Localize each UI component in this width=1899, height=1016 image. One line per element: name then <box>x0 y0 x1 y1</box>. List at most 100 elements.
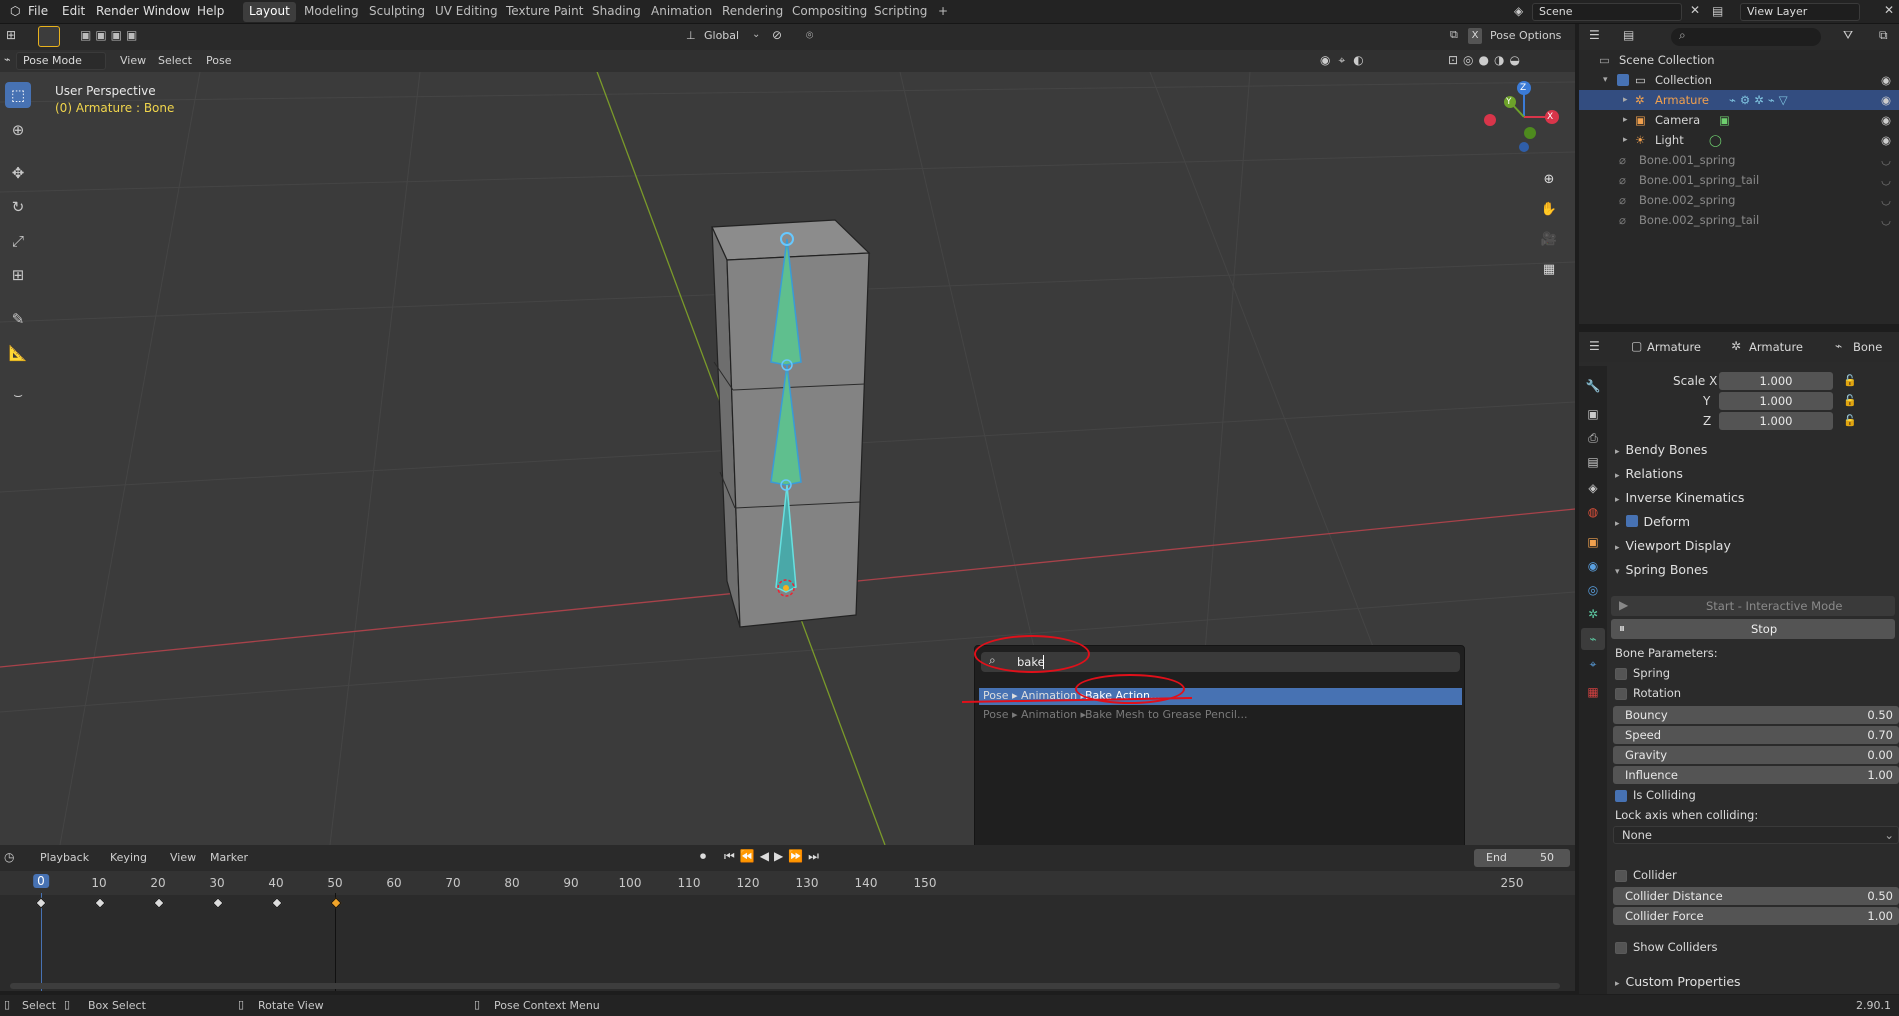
menu-help[interactable]: Help <box>193 3 228 19</box>
outliner-row-light[interactable]: ▸ ☀ Light ◯ ◉ <box>1579 130 1899 150</box>
menu-view[interactable]: View <box>120 54 146 67</box>
tab-sculpting[interactable]: Sculpting <box>363 2 431 22</box>
keyframe-selected[interactable] <box>330 897 342 909</box>
menu-playback[interactable]: Playback <box>40 851 89 864</box>
mode-selector[interactable]: Pose Mode <box>16 52 106 70</box>
menu-window[interactable]: Window <box>139 3 194 19</box>
record-icon[interactable]: ⏺ <box>700 849 706 864</box>
lock-icon[interactable]: 🔓 <box>1843 374 1857 387</box>
close-icon[interactable]: ✕ <box>1690 3 1700 17</box>
timeline-editor-icon[interactable]: ◷ <box>4 850 14 864</box>
eye-closed-icon[interactable]: ◡ <box>1881 210 1891 230</box>
search-result-bake-mesh[interactable]: Pose ▸ Animation ▸ Bake Mesh to Grease P… <box>979 707 1462 724</box>
select-mode-icons[interactable]: ▣▣▣▣ <box>80 28 141 42</box>
deform-checkbox[interactable] <box>1625 515 1638 527</box>
annotate-tool-icon[interactable]: ✎ <box>5 306 31 332</box>
chevron-down-icon[interactable]: ⌄ <box>752 29 760 40</box>
scene-selector[interactable]: Scene <box>1532 3 1682 21</box>
armature-data-icons[interactable]: ⌁⚙✲⌁▽ <box>1729 90 1792 110</box>
view-layer-tab-icon[interactable]: ▤ <box>1585 454 1601 470</box>
collider-distance-field[interactable]: Collider Distance 0.50 <box>1613 887 1899 905</box>
show-colliders-checkbox[interactable] <box>1615 942 1627 954</box>
measure-tool-icon[interactable]: 📐 <box>5 340 31 366</box>
outliner-search-input[interactable]: ⌕ <box>1671 28 1821 46</box>
render-tab-icon[interactable]: ▣ <box>1585 406 1601 422</box>
influence-field[interactable]: Influence 1.00 <box>1613 766 1899 784</box>
tab-animation[interactable]: Animation <box>645 2 718 22</box>
search-result-bake-action[interactable]: Pose ▸ Animation ▸ Bake Action... <box>979 688 1462 705</box>
properties-editor-icon[interactable]: ☰ <box>1589 339 1600 353</box>
menu-keying[interactable]: Keying <box>110 851 147 864</box>
scale-x-field[interactable]: 1.000 <box>1719 372 1833 390</box>
pan-hand-icon[interactable]: ✋ <box>1536 197 1562 223</box>
outliner-row-bone-001-spring[interactable]: ⌀ Bone.001_spring ◡ <box>1579 150 1899 170</box>
outliner-row-bone-002-spring[interactable]: ⌀ Bone.002_spring ◡ <box>1579 190 1899 210</box>
tab-rendering[interactable]: Rendering <box>716 2 789 22</box>
physics-tab-icon[interactable]: ◉ <box>1585 558 1601 574</box>
scene-tab-icon[interactable]: ◈ <box>1585 480 1601 496</box>
timeline[interactable]: 0 10 20 30 40 50 60 70 80 90 100 110 120… <box>0 871 1575 991</box>
outliner-row-bone-001-spring-tail[interactable]: ⌀ Bone.001_spring_tail ◡ <box>1579 170 1899 190</box>
timeline-ruler[interactable]: 0 10 20 30 40 50 60 70 80 90 100 110 120… <box>0 871 1575 895</box>
outliner-row-camera[interactable]: ▸ ▣ Camera ▣ ◉ <box>1579 110 1899 130</box>
panel-relations[interactable]: ▸ Relations <box>1615 466 1683 481</box>
view-layer-selector[interactable]: View Layer <box>1740 3 1860 21</box>
eye-icon[interactable]: ◉ <box>1881 90 1891 110</box>
tab-scripting[interactable]: Scripting <box>868 2 933 22</box>
expand-icon[interactable]: ▸ <box>1623 130 1628 150</box>
keyframe[interactable] <box>94 897 106 909</box>
eye-icon[interactable]: ◉ <box>1881 130 1891 150</box>
stop-button[interactable]: ⏸ Stop <box>1611 619 1895 639</box>
new-collection-icon[interactable]: ⧉ <box>1879 28 1888 43</box>
filter-icon[interactable]: ⛛ <box>1843 28 1853 43</box>
panel-spring-bones[interactable]: ▾ Spring Bones <box>1615 562 1708 577</box>
start-interactive-button[interactable]: ▶ Start - Interactive Mode <box>1611 596 1895 616</box>
eye-closed-icon[interactable]: ◡ <box>1881 150 1891 170</box>
tab-compositing[interactable]: Compositing <box>786 2 873 22</box>
panel-deform[interactable]: ▸ Deform <box>1615 514 1690 529</box>
rotation-checkbox[interactable] <box>1615 688 1627 700</box>
timeline-scrollbar[interactable] <box>10 983 1560 989</box>
outliner-row-collection[interactable]: ▾ ▭ Collection ◉ <box>1579 70 1899 90</box>
menu-render[interactable]: Render <box>92 3 143 19</box>
playback-controls-icons[interactable]: ⏮⏪◀▶⏩⏭ <box>724 849 824 864</box>
select-tool-icon[interactable] <box>38 26 60 47</box>
camera-data-icon[interactable]: ▣ <box>1719 110 1730 130</box>
collider-checkbox[interactable] <box>1615 870 1627 882</box>
keyframe[interactable] <box>153 897 165 909</box>
tab-texture-paint[interactable]: Texture Paint <box>500 2 589 22</box>
armature-tab-icon[interactable]: ✲ <box>1585 606 1601 622</box>
scale-y-field[interactable]: 1.000 <box>1719 392 1833 410</box>
add-workspace-button[interactable]: + <box>932 2 954 22</box>
light-data-icon[interactable]: ◯ <box>1709 130 1722 150</box>
menu-file[interactable]: File <box>24 3 52 19</box>
breadcrumb-bone[interactable]: Bone <box>1853 340 1882 354</box>
transform-orientation-dropdown[interactable]: Global <box>704 29 739 42</box>
outliner-editor-icon[interactable]: ☰ <box>1589 28 1600 42</box>
x-mirror-toggle[interactable]: X <box>1468 28 1482 44</box>
pose-tool-icon[interactable]: ⌣ <box>5 382 31 408</box>
breadcrumb-armature[interactable]: Armature <box>1749 340 1803 354</box>
eye-closed-icon[interactable]: ◡ <box>1881 170 1891 190</box>
tab-modeling[interactable]: Modeling <box>298 2 365 22</box>
panel-viewport-display[interactable]: ▸ Viewport Display <box>1615 538 1731 553</box>
scale-tool-icon[interactable]: ⤢ <box>5 228 31 254</box>
snap-icon[interactable]: ⌾ <box>806 28 813 43</box>
output-tab-icon[interactable]: ⎙ <box>1585 430 1601 446</box>
eye-closed-icon[interactable]: ◡ <box>1881 190 1891 210</box>
select-box-tool[interactable]: ⬚ <box>5 82 31 108</box>
speed-field[interactable]: Speed 0.70 <box>1613 726 1899 744</box>
visibility-icons[interactable]: ◉⌖◐ <box>1320 53 1372 68</box>
world-tab-icon[interactable]: ◍ <box>1585 504 1601 520</box>
eye-icon[interactable]: ◉ <box>1881 110 1891 130</box>
bone-constraint-tab-icon[interactable]: ⌖ <box>1585 656 1601 672</box>
tool-tab-icon[interactable]: 🔧 <box>1585 378 1601 394</box>
end-frame-field[interactable]: End 50 <box>1474 849 1570 867</box>
menu-pose[interactable]: Pose <box>206 54 231 67</box>
tab-shading[interactable]: Shading <box>586 2 647 22</box>
blender-logo-icon[interactable]: ⬡ <box>6 3 24 19</box>
expand-icon[interactable]: ▸ <box>1623 110 1628 130</box>
keyframe[interactable] <box>35 897 47 909</box>
collection-checkbox[interactable] <box>1617 74 1629 86</box>
tab-layout[interactable]: Layout <box>243 2 296 22</box>
